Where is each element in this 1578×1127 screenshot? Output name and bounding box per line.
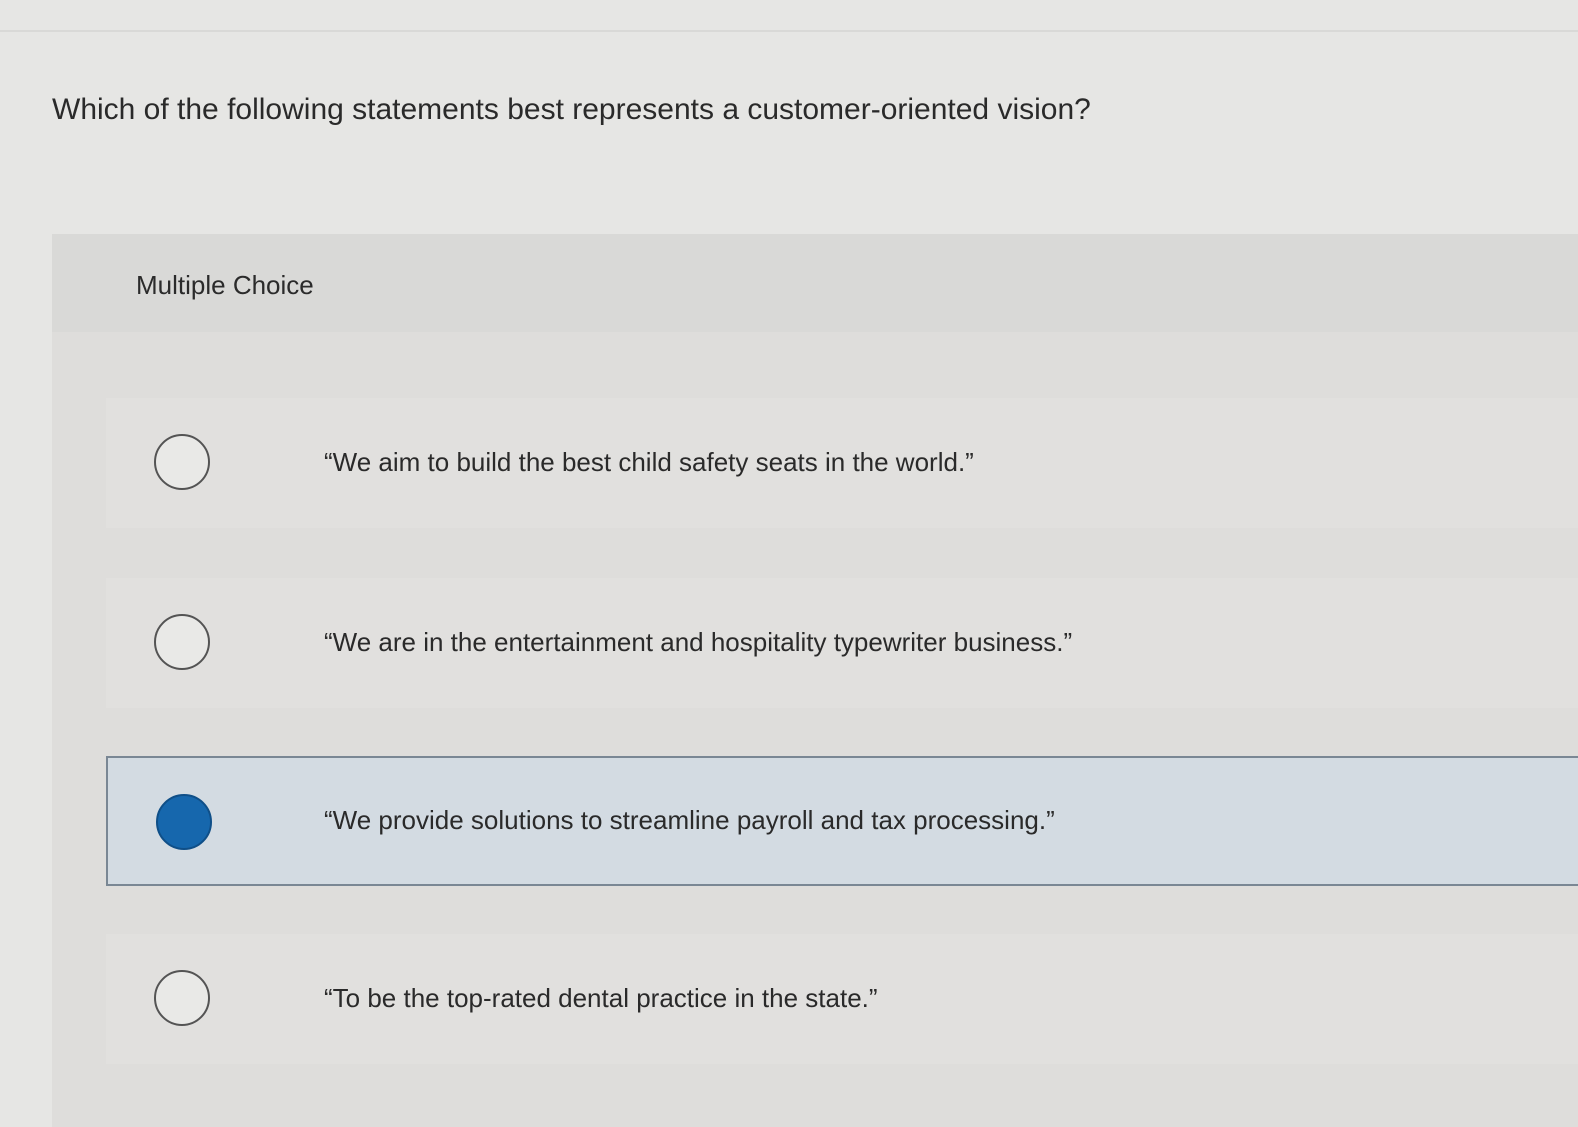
radio-button-unselected[interactable]	[154, 970, 210, 1026]
answer-option-4[interactable]: “To be the top-rated dental practice in …	[106, 934, 1578, 1064]
multiple-choice-label: Multiple Choice	[136, 270, 314, 300]
answer-option-text: “We provide solutions to streamline payr…	[324, 805, 1055, 835]
top-divider	[0, 30, 1578, 32]
multiple-choice-panel: Multiple Choice “We aim to build the bes…	[52, 234, 1578, 1127]
question-prompt: Which of the following statements best r…	[52, 93, 1091, 126]
radio-button-unselected[interactable]	[154, 434, 210, 490]
answer-option-text: “To be the top-rated dental practice in …	[324, 983, 878, 1013]
answer-option-3-selected[interactable]: “We provide solutions to streamline payr…	[106, 756, 1578, 886]
answer-option-2[interactable]: “We are in the entertainment and hospita…	[106, 578, 1578, 708]
answer-option-1[interactable]: “We aim to build the best child safety s…	[106, 398, 1578, 528]
radio-button-selected[interactable]	[156, 794, 212, 850]
multiple-choice-header: Multiple Choice	[52, 234, 1578, 332]
answer-option-text: “We aim to build the best child safety s…	[324, 447, 974, 477]
radio-button-unselected[interactable]	[154, 614, 210, 670]
answer-option-text: “We are in the entertainment and hospita…	[324, 627, 1073, 657]
